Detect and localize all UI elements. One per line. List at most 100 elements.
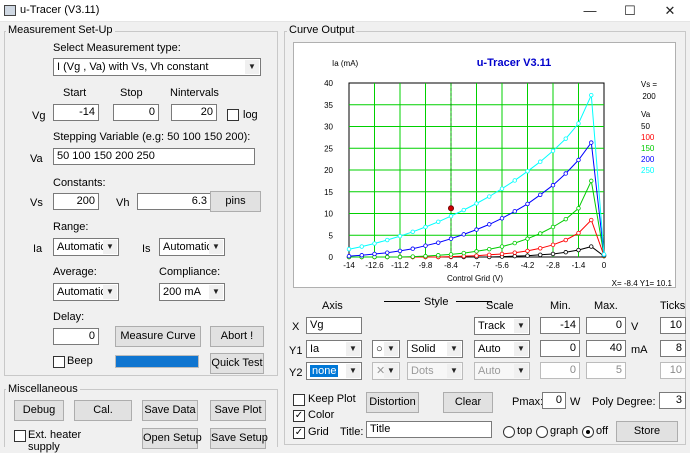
keep-plot-checkbox[interactable]	[293, 394, 305, 406]
y1-scale-select[interactable]: Auto ▼	[474, 340, 530, 358]
y1-max-input[interactable]: 40	[586, 340, 626, 357]
y1-marker-select[interactable]: ○ ▼	[372, 340, 400, 358]
x-variable-input[interactable]: Vg	[306, 317, 362, 334]
legend-vs-value: 200	[642, 92, 656, 101]
x-scale-select[interactable]: Track ▼	[474, 317, 530, 335]
save-setup-button[interactable]: Save Setup	[210, 428, 268, 449]
y1-line-style-select[interactable]: Solid ▼	[407, 340, 463, 358]
log-checkbox[interactable]	[227, 109, 239, 121]
save-plot-button[interactable]: Save Plot	[210, 400, 266, 421]
vs-input[interactable]: 200	[53, 193, 99, 210]
y1-min-input[interactable]: 0	[540, 340, 580, 357]
top-radio[interactable]	[503, 426, 515, 438]
data-point-150	[525, 236, 530, 241]
vg-nintervals-input[interactable]: 20	[171, 104, 217, 121]
x-min-input[interactable]: -14	[540, 317, 580, 334]
title-input[interactable]: Title	[366, 421, 492, 438]
data-point-200	[525, 201, 530, 207]
measurement-type-select[interactable]: I (Vg , Va) with Vs, Vh constant ▼	[53, 58, 261, 76]
is-range-select[interactable]: Automatic ▼	[159, 238, 225, 256]
ia-range-select[interactable]: Automatic ▼	[53, 238, 119, 256]
y1-variable-select[interactable]: Ia ▼	[306, 340, 362, 358]
abort-button[interactable]: Abort !	[210, 326, 264, 347]
data-point-100	[525, 248, 530, 254]
y2-min-input[interactable]: 0	[540, 362, 580, 379]
y1-row-label: Y1	[289, 345, 303, 357]
data-point-200	[487, 222, 492, 227]
data-point-250	[436, 219, 441, 224]
off-radio[interactable]	[582, 426, 594, 438]
beep-checkbox[interactable]	[53, 356, 65, 368]
style-header: Style	[424, 296, 449, 308]
legend-entry-200: 200	[641, 155, 655, 164]
y-tick-label: 25	[324, 144, 333, 153]
stepping-label: Stepping Variable (e.g: 50 100 150 200):	[53, 131, 251, 143]
compliance-select[interactable]: 200 mA ▼	[159, 283, 225, 301]
chevron-down-icon: ▼	[514, 364, 528, 378]
data-point-150	[550, 224, 556, 230]
chevron-down-icon: ▼	[346, 364, 360, 378]
y1-scale-value: Auto	[478, 343, 501, 355]
y2-variable-value: none	[310, 365, 339, 377]
clear-button[interactable]: Clear	[443, 392, 493, 413]
x-tick-label: -9.8	[419, 261, 433, 270]
chevron-down-icon: ▼	[514, 342, 528, 356]
y1-variable-value: Ia	[310, 343, 320, 355]
plot-panel: -14 -12.6 -11.2 -9.8 -8.4 -7 -5.6 -4.2 -2.8 -1.4 0…	[293, 42, 676, 288]
cal-button[interactable]: Cal.	[74, 400, 132, 421]
average-select[interactable]: Automatic ▼	[53, 283, 119, 301]
data-point-250	[397, 233, 403, 239]
delay-input[interactable]: 0	[53, 328, 99, 345]
y2-line-style-select[interactable]: Dots ▼	[407, 362, 463, 380]
measurement-type-value: I (Vg , Va) with Vs, Vh constant	[57, 61, 209, 73]
x-tick-label: -8.4	[444, 261, 458, 270]
y-tick-label: 0	[329, 253, 334, 262]
data-point-250	[346, 246, 352, 252]
vg-stop-input[interactable]: 0	[113, 104, 159, 121]
pins-button[interactable]: pins	[210, 191, 261, 212]
data-point-100	[576, 230, 581, 236]
y2-max-input[interactable]: 5	[586, 362, 626, 379]
y2-marker-select[interactable]: ✕ ▼	[372, 362, 400, 380]
chart-title: u-Tracer V3.11	[477, 57, 552, 69]
ia-label: Ia	[33, 243, 43, 255]
scale-header: Scale	[486, 300, 514, 312]
measure-curve-button[interactable]: Measure Curve	[115, 326, 201, 347]
is-range-value: Automatic	[163, 241, 212, 253]
store-button[interactable]: Store	[616, 421, 678, 442]
vg-start-input[interactable]: -14	[53, 104, 99, 121]
x-ticks-input[interactable]: 10	[660, 317, 686, 334]
pmax-input[interactable]: 0	[542, 392, 566, 409]
save-data-button[interactable]: Save Data	[142, 400, 198, 421]
minimize-button[interactable]: —	[570, 0, 610, 22]
poly-degree-input[interactable]: 3	[659, 392, 686, 409]
vh-input[interactable]: 6.3	[137, 193, 211, 210]
y2-ticks-input[interactable]: 10	[660, 362, 686, 379]
y2-scale-select[interactable]: Auto ▼	[474, 362, 530, 380]
title-bar: u-Tracer (V3.11) — ☐ ✕	[0, 0, 690, 22]
va-label: Va	[30, 153, 43, 165]
average-value: Automatic	[57, 286, 106, 298]
grid-checkbox[interactable]: ✓	[293, 427, 305, 439]
ext-heater-checkbox[interactable]	[14, 430, 26, 442]
data-point-200	[385, 250, 390, 255]
data-point-150	[436, 253, 441, 258]
chart-svg[interactable]: -14 -12.6 -11.2 -9.8 -8.4 -7 -5.6 -4.2 -2.8 -1.4 0…	[294, 43, 675, 287]
maximize-button[interactable]: ☐	[610, 0, 650, 22]
close-button[interactable]: ✕	[650, 0, 690, 22]
data-point-200	[397, 248, 403, 254]
x-tick-label: -2.8	[546, 261, 560, 270]
open-setup-button[interactable]: Open Setup	[142, 428, 202, 449]
y-tick-label: 15	[324, 188, 333, 197]
color-checkbox[interactable]: ✓	[293, 410, 305, 422]
y2-variable-select[interactable]: none ▼	[306, 362, 362, 380]
y1-unit: mA	[631, 344, 648, 356]
quick-test-button[interactable]: Quick Test	[210, 353, 264, 374]
x-max-input[interactable]: 0	[586, 317, 626, 334]
debug-button[interactable]: Debug	[14, 400, 64, 421]
graph-radio[interactable]	[536, 426, 548, 438]
chevron-down-icon: ▼	[103, 240, 117, 254]
va-steps-input[interactable]: 50 100 150 200 250	[53, 148, 255, 165]
distortion-button[interactable]: Distortion	[366, 392, 419, 413]
y1-ticks-input[interactable]: 8	[660, 340, 686, 357]
